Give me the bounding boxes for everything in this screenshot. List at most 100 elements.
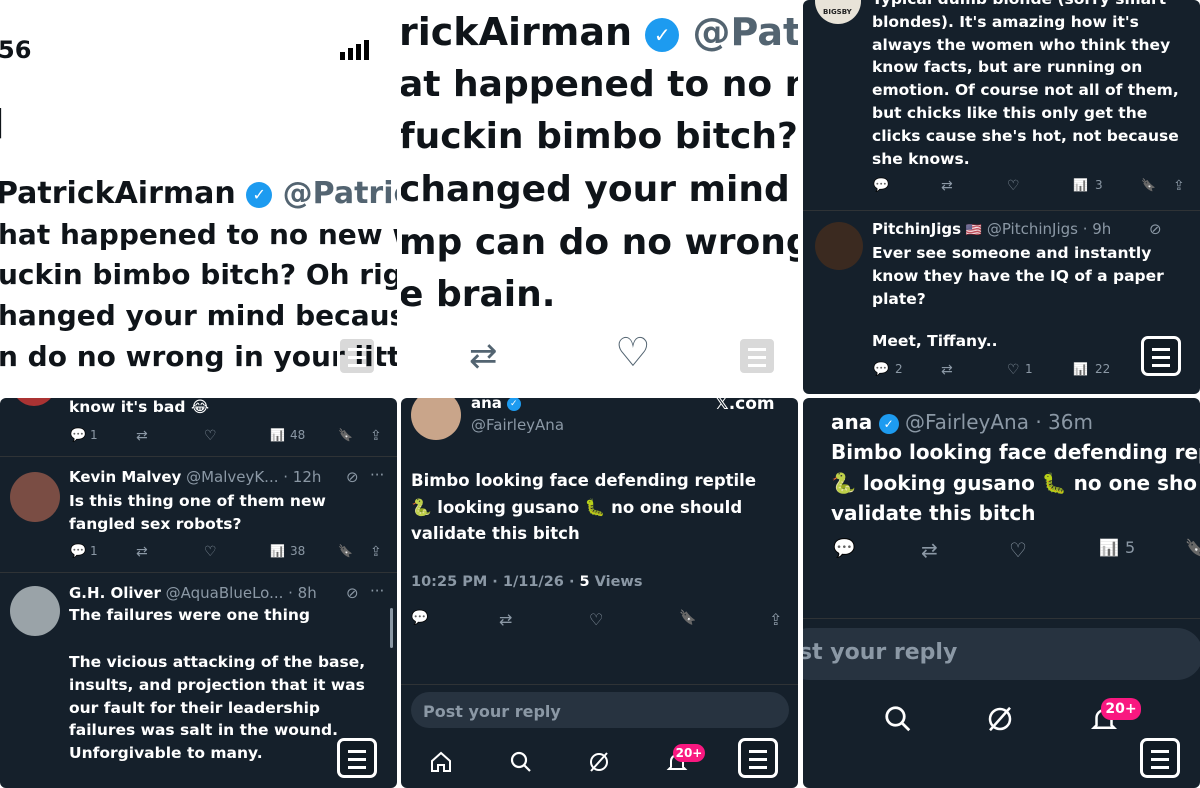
live-text-scan-icon[interactable] xyxy=(737,336,777,376)
tweet-text-line-1: Bimbo looking face defending rep xyxy=(831,440,1200,464)
bookmark-icon[interactable]: 🔖 xyxy=(338,544,353,558)
grok-icon[interactable] xyxy=(587,750,611,778)
divider xyxy=(803,210,1200,211)
like-icon[interactable]: ♡ xyxy=(1009,538,1027,562)
reply-icon[interactable]: 💬 xyxy=(70,428,86,443)
tweet-text-line-1: at happened to no ne xyxy=(401,64,798,105)
reply-text-2: Meet, Tiffany.. xyxy=(872,332,998,350)
live-text-scan-icon[interactable] xyxy=(1140,738,1180,778)
reply-icon[interactable]: 💬 xyxy=(873,362,889,377)
reply-placeholder: st your reply xyxy=(803,640,958,665)
tweet-text-line-1: hat happened to no new wa xyxy=(0,218,397,251)
views-count: 22 xyxy=(1095,362,1111,376)
author-name: ana xyxy=(831,410,873,434)
live-text-scan-icon[interactable] xyxy=(337,738,377,778)
reply-icon[interactable]: 💬 xyxy=(70,544,86,559)
retweet-icon[interactable]: ⇄ xyxy=(921,538,938,562)
retweet-icon[interactable]: ⇄ xyxy=(469,336,498,376)
scrollbar[interactable] xyxy=(390,608,393,648)
tweet-text-line-2: uckin bimbo bitch? Oh right xyxy=(0,258,397,291)
tweet-text-line-2: 🐍 looking gusano 🐛 no one sho xyxy=(831,471,1197,495)
author-handle: @FairleyAna · 36m xyxy=(904,410,1093,434)
grok-icon[interactable]: ⊘ xyxy=(346,468,359,486)
like-icon[interactable]: ♡ xyxy=(589,610,603,629)
grok-icon[interactable]: ⊘ xyxy=(346,584,359,602)
retweet-icon[interactable]: ⇄ xyxy=(136,544,148,560)
verified-icon: ✓ xyxy=(506,398,521,411)
live-text-scan-icon[interactable] xyxy=(738,738,778,778)
like-icon[interactable]: ♡ xyxy=(204,428,217,444)
views-icon[interactable]: 📊 xyxy=(270,544,285,558)
tweet-header: ana ✓ @FairleyAna · 36m xyxy=(831,410,1093,434)
grok-icon[interactable]: ⊘ xyxy=(1149,220,1162,238)
live-text-scan-icon[interactable] xyxy=(337,336,377,376)
retweet-icon[interactable]: ⇄ xyxy=(136,428,148,444)
views-icon[interactable]: 📊 xyxy=(1073,178,1088,192)
divider xyxy=(401,684,798,685)
divider xyxy=(0,572,397,573)
tweet-text: Bimbo looking face defending reptile 🐍 l… xyxy=(411,471,757,543)
search-icon[interactable] xyxy=(883,704,913,738)
author-handle: @FairleyAna xyxy=(471,416,565,434)
retweet-icon[interactable]: ⇄ xyxy=(499,610,512,629)
reply-author-name: Kevin Malvey xyxy=(69,468,182,486)
avatar-label: BIGSBY xyxy=(823,8,852,16)
reply-icon[interactable]: 💬 xyxy=(833,538,855,559)
tweet-text-line-3: changed your mind l xyxy=(401,169,798,210)
reply-author-handle: @PitchinJigs · 9h xyxy=(986,220,1112,238)
retweet-icon[interactable]: ⇄ xyxy=(941,362,953,378)
views-icon[interactable]: 📊 xyxy=(1073,362,1088,376)
view-count: 5 xyxy=(579,574,590,590)
reply-count: 1 xyxy=(90,428,98,442)
share-icon[interactable]: ⇪ xyxy=(1173,178,1185,194)
retweet-icon[interactable]: ⇄ xyxy=(941,178,953,194)
views-icon[interactable]: 📊 xyxy=(1099,538,1119,557)
tweet-author-name: rickAirman ✓ @Pat... xyxy=(401,10,798,54)
reply-author-name: G.H. Oliver xyxy=(69,584,161,602)
reply-text: Is this thing one of them new fangled se… xyxy=(69,492,326,533)
more-icon[interactable]: ··· xyxy=(370,582,384,600)
reply-icon[interactable]: 💬 xyxy=(411,610,428,626)
reply-author-handle: @MalveyK... · 12h xyxy=(186,468,322,486)
divider xyxy=(0,456,397,457)
tweet-text-line-5: e brain. xyxy=(401,274,556,315)
screenshot-panel-5: ana ✓ @FairleyAna 𝕏.com Bimbo looking fa… xyxy=(401,398,798,788)
live-text-scan-icon[interactable] xyxy=(1141,336,1181,376)
reply-text: Ever see someone and instantly know they… xyxy=(872,244,1164,308)
reply-header: G.H. Oliver @AquaBlueLo... · 8h xyxy=(69,584,317,602)
search-icon[interactable] xyxy=(509,750,533,778)
bookmark-icon[interactable]: 🔖 xyxy=(679,610,696,626)
back-icon[interactable]: | xyxy=(0,104,5,139)
reply-text: The failures were one thing xyxy=(69,606,311,624)
tweet-author-name: PatrickAirman ✓ @PatrickAi xyxy=(0,176,397,211)
like-icon[interactable]: ♡ xyxy=(1007,362,1020,378)
avatar: BIGSBY xyxy=(815,0,861,24)
like-icon[interactable]: ♡ xyxy=(615,330,651,376)
share-icon[interactable]: ⇪ xyxy=(370,544,382,560)
tweet-meta: 10:25 PM · 1/11/26 · 5 Views xyxy=(411,574,642,590)
bookmark-icon[interactable]: 🔖 xyxy=(1185,538,1200,557)
screenshot-panel-3: BIGSBY Typical dumb blonde (sorry smart … xyxy=(803,0,1200,394)
reply-icon[interactable]: 💬 xyxy=(873,178,889,193)
notification-badge: 20+ xyxy=(1101,698,1141,720)
like-icon[interactable]: ♡ xyxy=(204,544,217,560)
watermark: 𝕏.com xyxy=(715,398,775,414)
tweet-text-line-3: validate this bitch xyxy=(831,501,1036,525)
share-icon[interactable]: ⇪ xyxy=(370,428,382,444)
bookmark-icon[interactable]: 🔖 xyxy=(338,428,353,442)
grok-icon[interactable] xyxy=(985,704,1015,738)
screenshot-panel-1: 56 | PatrickAirman ✓ @PatrickAi hat happ… xyxy=(0,0,397,394)
share-icon[interactable]: ⇪ xyxy=(769,610,782,629)
author-name: rickAirman xyxy=(401,10,633,54)
author-name: ana xyxy=(471,398,502,412)
home-icon[interactable] xyxy=(429,750,453,778)
like-icon[interactable]: ♡ xyxy=(1007,178,1020,194)
views-label: Views xyxy=(589,574,643,590)
views-icon[interactable]: 📊 xyxy=(270,428,285,442)
avatar xyxy=(12,398,56,406)
bookmark-icon[interactable]: 🔖 xyxy=(1141,178,1156,192)
verified-icon: ✓ xyxy=(246,181,273,208)
more-icon[interactable]: ··· xyxy=(370,466,384,484)
author-name: PatrickAirman xyxy=(0,176,236,211)
avatar xyxy=(815,222,863,270)
